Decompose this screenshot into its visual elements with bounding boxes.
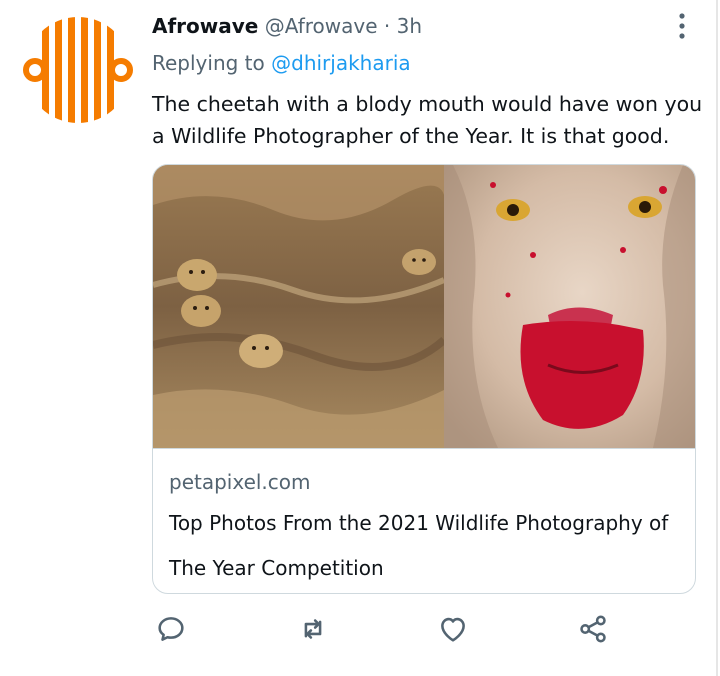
author-handle[interactable]: @Afrowave [265,14,378,38]
replying-to-label: Replying to [152,51,265,75]
replying-to: Replying to @dhirjakharia [152,49,411,77]
more-vertical-icon[interactable] [672,10,692,42]
link-card[interactable]: petapixel.com Top Photos From the 2021 W… [152,164,696,594]
tweet-actions [152,612,712,656]
avatar[interactable] [22,14,134,126]
separator-dot: · [383,14,391,38]
tweet-header: Afrowave @Afrowave · 3h [152,12,422,40]
card-divider [153,448,695,449]
like-button[interactable] [436,612,476,652]
reply-icon [158,617,184,641]
card-domain[interactable]: petapixel.com [169,469,311,495]
reply-button[interactable] [154,612,194,652]
card-title[interactable]: Top Photos From the 2021 Wildlife Photog… [169,501,681,591]
tweet: Afrowave @Afrowave · 3h Replying to @dhi… [0,0,720,676]
card-image[interactable] [153,165,695,448]
reply-mention-link[interactable]: @dhirjakharia [271,51,411,75]
author-name[interactable]: Afrowave [152,14,258,38]
tweet-text: The cheetah with a blody mouth would hav… [152,92,703,148]
share-icon [580,615,606,643]
share-button[interactable] [576,612,616,652]
retweet-icon [304,619,322,639]
heart-icon [441,617,465,642]
timestamp[interactable]: 3h [397,14,422,38]
right-border [716,0,718,676]
retweet-button[interactable] [296,612,336,652]
